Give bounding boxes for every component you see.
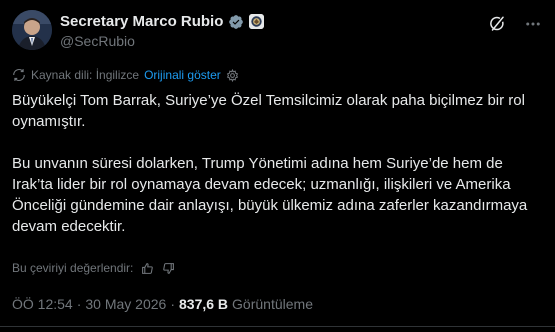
views-label: Görüntüleme (232, 296, 313, 312)
thumbs-up-icon[interactable] (141, 262, 154, 275)
tweet-text: Büyükelçi Tom Barrak, Suriye’ye Özel Tem… (12, 90, 544, 258)
tweet-paragraph-1: Büyükelçi Tom Barrak, Suriye’ye Özel Tem… (12, 92, 525, 130)
more-dots-icon[interactable] (523, 14, 543, 34)
meta-separator: · (76, 296, 82, 312)
tweet-header: Secretary Marco Rubio @SecRubio (12, 10, 543, 52)
translate-icon (13, 69, 25, 81)
author-display-name[interactable]: Secretary Marco Rubio (60, 13, 223, 30)
views-count: 837,6 B (179, 296, 229, 312)
translation-source-label: Kaynak dili: İngilizce (31, 68, 140, 82)
verified-badge-icon[interactable] (228, 14, 244, 30)
tweet-date[interactable]: 30 May 2026 (85, 296, 166, 312)
show-original-link[interactable]: Orijinali göster (144, 68, 221, 82)
divider (0, 326, 555, 327)
us-state-department-seal-icon[interactable] (249, 14, 265, 29)
meta-separator-2: · (170, 296, 175, 312)
name-row: Secretary Marco Rubio (60, 13, 265, 30)
tweet-paragraph-2: Bu unvanın süresi dolarken, Trump Yöneti… (12, 155, 528, 235)
gear-icon[interactable] (226, 68, 239, 82)
translation-source-row: Kaynak dili: İngilizce Orijinali göster (12, 68, 239, 82)
rate-translation-row: Bu çeviriyi değerlendir: (12, 261, 175, 275)
grok-icon[interactable] (487, 14, 507, 34)
rate-translation-label: Bu çeviriyi değerlendir: (12, 261, 134, 275)
header-actions (487, 14, 543, 34)
author-handle[interactable]: @SecRubio (60, 33, 135, 49)
tweet-meta-row: ÖÖ 12:54 · 30 May 2026 · 837,6 B Görüntü… (12, 296, 313, 312)
tweet-time[interactable]: ÖÖ 12:54 (12, 296, 73, 312)
thumbs-down-icon[interactable] (162, 262, 175, 275)
avatar[interactable] (12, 10, 52, 50)
